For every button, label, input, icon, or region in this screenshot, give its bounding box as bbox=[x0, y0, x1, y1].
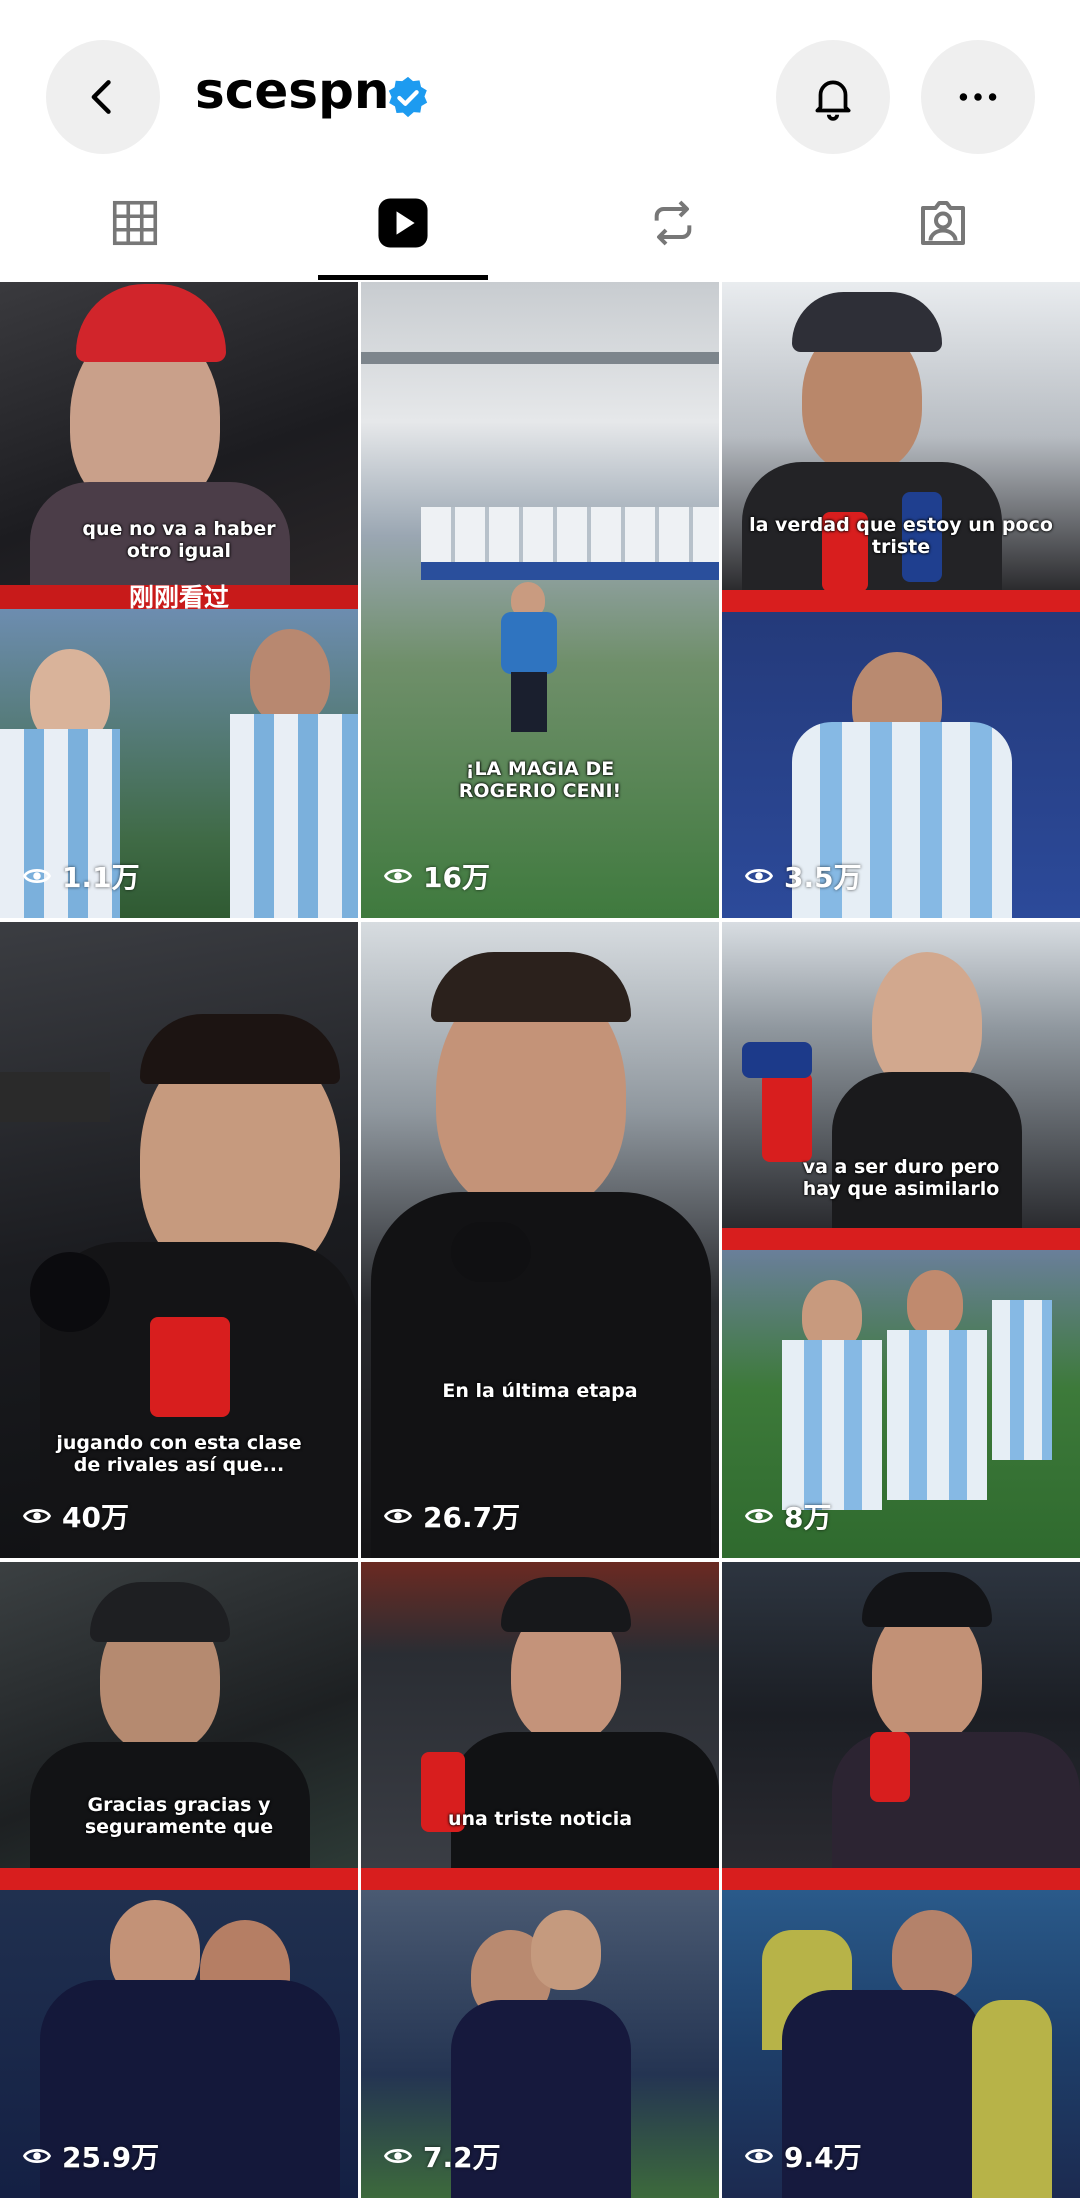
profile-tabs bbox=[0, 165, 1080, 280]
reel-thumbnail-top: que no va a haber otro igual bbox=[0, 282, 358, 592]
view-count-text: 9.4万 bbox=[784, 2141, 862, 2174]
reel-tile[interactable]: que no va a haber otro igual 刚刚看过 1.1万 bbox=[0, 282, 358, 918]
reel-caption: la verdad que estoy un poco triste bbox=[749, 514, 1053, 558]
view-count-text: 25.9万 bbox=[62, 2141, 160, 2174]
tagged-person-icon bbox=[921, 200, 965, 245]
grid-icon bbox=[112, 200, 158, 245]
view-count: 8万 bbox=[744, 1496, 831, 1536]
reels-grid: que no va a haber otro igual 刚刚看过 1.1万 ¡L… bbox=[0, 282, 1080, 2210]
view-count: 1.1万 bbox=[22, 856, 140, 896]
more-horizontal-icon bbox=[959, 93, 997, 101]
view-count-text: 1.1万 bbox=[62, 861, 140, 894]
play-eye-icon bbox=[383, 1509, 413, 1523]
sc-brand-bar bbox=[361, 1868, 719, 1890]
profile-username: scespn bbox=[195, 62, 390, 120]
reel-thumbnail: En la última etapa bbox=[361, 922, 719, 1558]
view-count-text: 3.5万 bbox=[784, 861, 862, 894]
reel-thumbnail-top bbox=[722, 1562, 1080, 1868]
sc-brand-bar bbox=[722, 1868, 1080, 1890]
view-count-text: 16万 bbox=[423, 861, 490, 894]
tab-reposts[interactable] bbox=[538, 165, 808, 280]
view-count-text: 7.2万 bbox=[423, 2141, 501, 2174]
reel-tile[interactable]: 9.4万 bbox=[722, 1562, 1080, 2198]
more-options-button[interactable] bbox=[921, 40, 1035, 154]
sc-brand-bar bbox=[722, 590, 1080, 612]
repost-icon bbox=[654, 200, 692, 245]
verified-badge-icon bbox=[388, 76, 428, 118]
reel-thumbnail-top: una triste noticia bbox=[361, 1562, 719, 1868]
view-count: 16万 bbox=[383, 856, 490, 896]
view-count-text: 26.7万 bbox=[423, 1501, 521, 1534]
chevron-left-icon bbox=[91, 80, 111, 114]
active-tab-indicator bbox=[318, 275, 488, 280]
reel-thumbnail-top: Gracias gracias y seguramente que bbox=[0, 1562, 358, 1868]
back-button[interactable] bbox=[46, 40, 160, 154]
reel-caption: que no va a haber otro igual bbox=[82, 518, 276, 562]
view-count-text: 8万 bbox=[784, 1501, 832, 1534]
reel-tile[interactable]: Gracias gracias y seguramente que 25.9万 bbox=[0, 1562, 358, 2198]
play-eye-icon bbox=[22, 869, 52, 883]
view-count: 7.2万 bbox=[383, 2136, 501, 2176]
view-count-text: 40万 bbox=[62, 1501, 129, 1534]
bell-icon bbox=[815, 80, 851, 121]
play-eye-icon bbox=[383, 2149, 413, 2163]
reel-tile[interactable]: jugando con esta clase de rivales así que… bbox=[0, 922, 358, 1558]
play-eye-icon bbox=[383, 869, 413, 883]
play-eye-icon bbox=[744, 1509, 774, 1523]
reels-play-icon bbox=[378, 197, 428, 248]
play-eye-icon bbox=[22, 1509, 52, 1523]
reel-caption: una triste noticia bbox=[447, 1808, 633, 1830]
reel-tile[interactable]: En la última etapa 26.7万 bbox=[361, 922, 719, 1558]
reel-caption: Gracias gracias y seguramente que bbox=[84, 1794, 274, 1838]
reel-tile[interactable]: ¡LA MAGIA DE ROGERIO CENI! 16万 bbox=[361, 282, 719, 918]
reel-thumbnail: ¡LA MAGIA DE ROGERIO CENI! bbox=[361, 282, 719, 918]
tab-posts-grid[interactable] bbox=[0, 165, 270, 280]
reel-caption: En la última etapa bbox=[442, 1380, 638, 1402]
tab-reels[interactable] bbox=[268, 165, 538, 280]
view-count: 25.9万 bbox=[22, 2136, 159, 2176]
reel-thumbnail-top: va a ser duro pero hay que asimilarlo bbox=[722, 922, 1080, 1228]
sc-brand-bar bbox=[0, 1868, 358, 1890]
view-count: 3.5万 bbox=[744, 856, 862, 896]
reel-caption: jugando con esta clase de rivales así que… bbox=[56, 1432, 302, 1476]
reel-thumbnail-top: la verdad que estoy un poco triste bbox=[722, 282, 1080, 592]
red-cap bbox=[76, 284, 226, 362]
view-count: 40万 bbox=[22, 1496, 129, 1536]
tab-tagged[interactable] bbox=[808, 165, 1078, 280]
notifications-button[interactable] bbox=[776, 40, 890, 154]
view-count: 26.7万 bbox=[383, 1496, 520, 1536]
reel-tile[interactable]: una triste noticia 7.2万 bbox=[361, 1562, 719, 2198]
sc-brand-bar bbox=[722, 1228, 1080, 1250]
reel-tile[interactable]: la verdad que estoy un poco triste 3.5万 bbox=[722, 282, 1080, 918]
reel-tile[interactable]: va a ser duro pero hay que asimilarlo 8万 bbox=[722, 922, 1080, 1558]
view-count: 9.4万 bbox=[744, 2136, 862, 2176]
play-eye-icon bbox=[744, 869, 774, 883]
reel-caption: ¡LA MAGIA DE ROGERIO CENI! bbox=[458, 758, 622, 802]
reel-caption: va a ser duro pero hay que asimilarlo bbox=[802, 1156, 1000, 1200]
reel-thumbnail: jugando con esta clase de rivales así que… bbox=[0, 922, 358, 1558]
recently-viewed-label: 刚刚看过 bbox=[0, 585, 358, 611]
play-eye-icon bbox=[744, 2149, 774, 2163]
play-eye-icon bbox=[22, 2149, 52, 2163]
